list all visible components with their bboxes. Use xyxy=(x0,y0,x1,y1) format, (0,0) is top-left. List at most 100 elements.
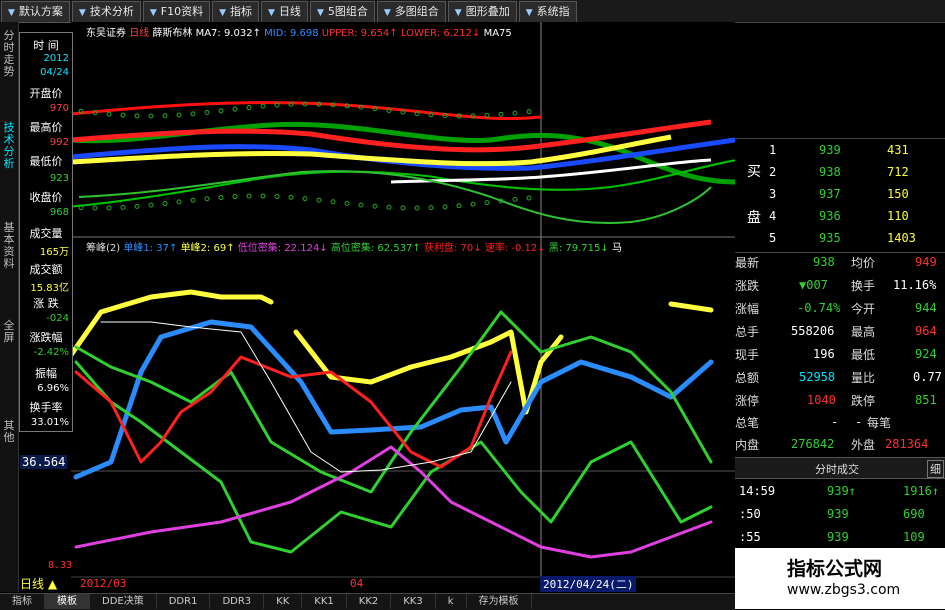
tick-volume: 1916↑ xyxy=(903,484,940,498)
order-level: 3 xyxy=(769,187,777,201)
turnover-value-q: 11.16% xyxy=(893,278,937,292)
tick-time: :50 xyxy=(739,507,761,521)
chevron-down-icon: ▼ xyxy=(219,8,227,18)
ma75-value: MA75 xyxy=(483,28,512,39)
tab-other[interactable]: 其他 xyxy=(1,420,17,444)
top-toolbar: ▼ 默认方案 ▼ 技术分析 ▼ F10资料 ▼ 指标 ▼ 日线 ▼ 5图组合 ▼ 多图组合 ▼… xyxy=(0,0,945,23)
peak2-value: 单峰2: 69↑ xyxy=(180,243,235,254)
order-volume: 110 xyxy=(887,209,909,223)
inner-value: 276842 xyxy=(791,437,835,451)
buy-side-label-1: 买 xyxy=(747,164,761,180)
ticks-title: 分时成交 xyxy=(815,463,859,476)
tab-technical[interactable]: 技术分析 xyxy=(1,122,17,170)
latest-label: 最新 xyxy=(735,256,760,270)
limitdown-value: 851 xyxy=(915,393,937,407)
toolbar-f10-button[interactable]: ▼ F10资料 xyxy=(142,1,211,23)
change-label: 涨 跌 xyxy=(33,297,59,310)
bottom-tab[interactable]: KK1 xyxy=(302,594,347,609)
avg-label: 均价 xyxy=(851,256,876,270)
bottom-tab[interactable]: KK2 xyxy=(347,594,392,609)
bottom-tab[interactable]: 指标 xyxy=(0,594,45,609)
close-label: 收盘价 xyxy=(29,191,63,204)
amount-label: 成交额 xyxy=(29,263,63,276)
toolbar-five-chart-button[interactable]: ▼ 5图组合 xyxy=(309,1,375,23)
watermark-title: 指标公式网 xyxy=(787,558,883,580)
toolbar-scheme-button[interactable]: ▼ 默认方案 xyxy=(1,1,70,23)
toolbar-tech-analysis-button[interactable]: ▼ 技术分析 xyxy=(71,1,141,23)
bottom-tab[interactable]: DDR1 xyxy=(157,594,211,609)
totalbi-label: 总笔 xyxy=(735,416,760,430)
amplitude-value: 6.96% xyxy=(37,383,69,394)
toolbar-overlay-button[interactable]: ▼ 图形叠加 xyxy=(447,1,517,23)
ticks-list: 14:59 939↑ 1916↑:50 939 690:55 939 109 xyxy=(735,478,945,548)
volume-value: 165万 xyxy=(39,247,69,258)
amount-value-q: 52958 xyxy=(799,370,836,384)
bottom-tab[interactable]: k xyxy=(436,594,467,609)
sub-indicator-name: 筹峰(2) xyxy=(86,243,121,254)
changepct-value: -2.42% xyxy=(33,347,69,358)
tab-basic-info[interactable]: 基本资料 xyxy=(1,222,17,270)
main-chart-header: 东吴证券 日线 薛斯布林 MA7: 9.032↑ MID: 9.698 UPPE… xyxy=(86,24,512,39)
bottom-tab[interactable]: 模板 xyxy=(45,594,90,609)
date-md: 04/24 xyxy=(40,67,69,78)
ticks-header: 分时成交 细 xyxy=(735,457,945,479)
pct-value: -0.74% xyxy=(797,301,841,315)
bottom-axis-value: 8.33 xyxy=(48,560,73,571)
bottom-tab[interactable]: DDR3 xyxy=(210,594,265,609)
order-volume: 1403 xyxy=(887,231,916,245)
tab-fullscreen[interactable]: 全屏 xyxy=(1,320,17,344)
high-cluster-value: 高位密集: 62.537↑ xyxy=(330,243,421,254)
chevron-down-icon: ▼ xyxy=(316,8,324,18)
high-value-q: 964 xyxy=(915,324,937,338)
bottom-tabs: 指标 模板 DDE决策 DDR1 DDR3 KK KK1 KK2 KK3 k 存为模板 xyxy=(0,593,735,610)
toolbar-multi-chart-button[interactable]: ▼ 多图组合 xyxy=(376,1,446,23)
order-level: 5 xyxy=(769,231,777,245)
toolbar-system-button[interactable]: ▼ 系统指 xyxy=(518,1,577,23)
ma-tail-value: 马 xyxy=(611,243,622,254)
outer-label: 外盘 xyxy=(851,438,876,452)
tick-time: :55 xyxy=(739,530,761,544)
amplitude-label: 振幅 xyxy=(35,367,57,380)
period-indicator[interactable]: 日线 ▲ xyxy=(20,575,57,592)
avg-value: 949 xyxy=(915,255,937,269)
chevron-down-icon: ▼ xyxy=(268,8,275,18)
price-axis-label: 36.564 xyxy=(20,455,68,469)
low-label-q: 最低 xyxy=(851,348,876,362)
bottom-tab[interactable]: 存为模板 xyxy=(467,594,532,609)
order-volume: 712 xyxy=(887,165,909,179)
bottom-tab[interactable]: KK3 xyxy=(391,594,436,609)
tab-intraday[interactable]: 分时走势 xyxy=(1,30,17,78)
order-level: 1 xyxy=(769,143,777,157)
change-label-q: 涨跌 xyxy=(735,279,760,293)
inner-label: 内盘 xyxy=(735,438,760,452)
total-value: 558206 xyxy=(791,324,835,338)
open-label-q: 今开 xyxy=(851,302,876,316)
kline-chart[interactable] xyxy=(71,22,735,593)
tick-price: 939 xyxy=(827,530,849,544)
high-label-q: 最高 xyxy=(851,325,876,339)
order-level: 2 xyxy=(769,165,777,179)
bottom-tab[interactable]: DDE决策 xyxy=(90,594,157,609)
bottom-tab[interactable]: KK xyxy=(264,594,303,609)
toolbar-daily-button[interactable]: ▼ 日线 xyxy=(261,1,308,23)
turnover-label-q: 换手 xyxy=(851,279,876,293)
ratio-label: 量比 xyxy=(851,371,876,385)
watermark-url: www.zbgs3.com xyxy=(787,582,901,598)
tick-volume: 109 xyxy=(903,530,925,544)
order-volume: 150 xyxy=(887,187,909,201)
toolbar-indicator-button[interactable]: ▼ 指标 xyxy=(212,1,260,23)
high-label: 最高价 xyxy=(29,121,63,134)
buy-side-label-2: 盘 xyxy=(747,210,761,226)
limitup-label: 涨停 xyxy=(735,394,760,408)
perbi-label: 每笔 xyxy=(867,416,892,430)
ticks-detail-button[interactable]: 细 xyxy=(927,460,944,478)
indicator-name: 薛斯布林 xyxy=(152,28,193,39)
order-price: 938 xyxy=(819,165,841,179)
sub-chart-header: 筹峰(2) 单峰1: 37↑ 单峰2: 69↑ 低位密集: 22.124↓ 高位… xyxy=(86,239,622,254)
chevron-down-icon: ▼ xyxy=(149,8,157,18)
order-volume: 431 xyxy=(887,143,909,157)
total-label: 总手 xyxy=(735,325,760,339)
low-value-q: 924 xyxy=(915,347,937,361)
amount-value: 15.83亿 xyxy=(30,283,69,294)
upper-value: UPPER: 9.654↑ xyxy=(321,28,398,39)
